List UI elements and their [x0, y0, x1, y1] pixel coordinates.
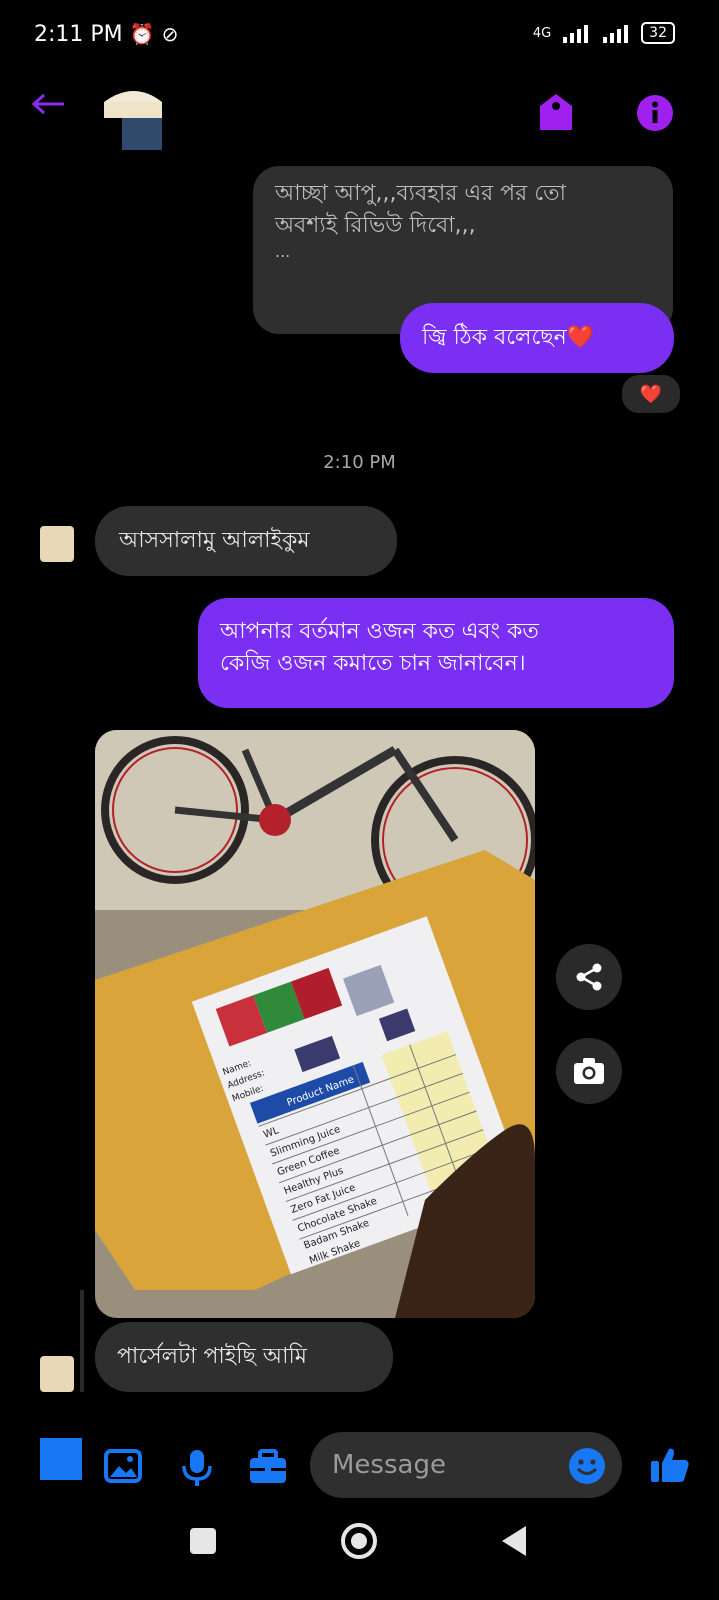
message-line: কেজি ওজন কমাতে চান জানাবেন। — [220, 651, 526, 676]
more-actions-button[interactable] — [40, 1438, 82, 1480]
message-bubble-received[interactable]: পার্সেলটা পাইছি আমি — [95, 1322, 393, 1392]
camera-icon — [574, 1058, 604, 1084]
message-bubble-received[interactable]: আসসালামু আলাইকুম — [95, 506, 397, 576]
sender-avatar[interactable] — [40, 526, 74, 562]
message-text: জ্বি ঠিক বলেছেন❤️ — [422, 325, 595, 350]
heart-reaction: ❤️ — [639, 383, 663, 405]
like-thumb-icon[interactable] — [650, 1446, 690, 1488]
reaction-badge[interactable]: ❤️ — [620, 373, 682, 415]
dnd-icon: ⊘ — [161, 22, 179, 46]
message-text: আসসালামু আলাইকুম — [119, 528, 310, 553]
message-line: আচ্ছা আপু,,,ব্যবহার এর পর তো — [275, 181, 567, 206]
message-bubble-sent[interactable]: জ্বি ঠিক বলেছেন❤️ — [400, 303, 674, 373]
thread-line — [80, 1290, 84, 1392]
message-bubble-sent[interactable]: আপনার বর্তমান ওজন কত এবং কত কেজি ওজন কমা… — [198, 598, 674, 708]
camera-button[interactable] — [556, 1038, 622, 1104]
briefcase-icon[interactable] — [248, 1449, 288, 1489]
home-button[interactable] — [340, 1522, 378, 1564]
share-button[interactable] — [556, 944, 622, 1010]
chat-timestamp: 2:10 PM — [323, 452, 396, 473]
back-arrow-icon[interactable] — [30, 92, 70, 120]
message-line: ... — [275, 242, 291, 261]
tag-icon[interactable] — [538, 92, 574, 136]
status-indicators: 4G 32 — [533, 22, 675, 44]
gallery-icon[interactable] — [104, 1449, 144, 1489]
signal-icon-2 — [603, 25, 629, 43]
photo-message[interactable]: Product Name Name: Address: Mobile: WL S… — [95, 730, 535, 1318]
nav-back-button[interactable] — [500, 1524, 530, 1562]
alarm-icon: ⏰ — [129, 22, 155, 46]
sender-avatar[interactable] — [40, 1356, 74, 1392]
emoji-icon[interactable] — [568, 1447, 606, 1489]
contact-avatar[interactable] — [104, 80, 162, 150]
message-line: অবশ্যই রিভিউ দিবো,,, — [275, 213, 476, 238]
signal-icon — [563, 25, 589, 43]
info-icon[interactable] — [636, 94, 674, 136]
status-time: 2:11 PM ⏰ ⊘ — [34, 22, 179, 47]
message-line: আপনার বর্তমান ওজন কত এবং কত — [220, 619, 539, 644]
battery-indicator: 32 — [641, 22, 675, 44]
network-label: 4G — [532, 25, 552, 41]
message-text: পার্সেলটা পাইছি আমি — [117, 1344, 307, 1369]
share-icon — [576, 963, 602, 991]
recent-apps-button[interactable] — [190, 1528, 216, 1554]
microphone-icon[interactable] — [180, 1449, 214, 1491]
